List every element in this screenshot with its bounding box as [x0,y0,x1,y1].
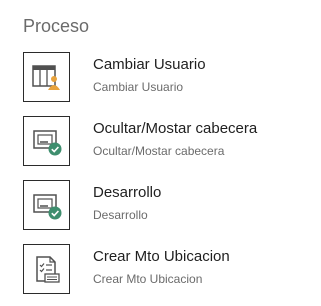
action-cambiar-usuario[interactable]: Cambiar Usuario Cambiar Usuario [0,52,321,114]
action-tile[interactable] [23,52,70,102]
window-check-icon [31,125,63,157]
action-description: Ocultar/Mostar cabecera [93,144,225,158]
action-label: Desarrollo [93,184,162,201]
action-desarrollo[interactable]: Desarrollo Desarrollo [0,180,321,242]
action-description: Cambiar Usuario [93,80,184,94]
action-crear-mto-ubicacion[interactable]: Crear Mto Ubicacion Crear Mto Ubicacion [0,244,321,306]
window-check-icon [31,189,63,221]
action-tile[interactable] [23,244,70,294]
action-tile[interactable] [23,116,70,166]
action-label: Cambiar Usuario [93,56,206,73]
action-label: Crear Mto Ubicacion [93,248,230,265]
action-label: Ocultar/Mostar cabecera [93,120,258,137]
checklist-form-icon [31,253,63,285]
action-ocultar-mostar-cabecera[interactable]: Ocultar/Mostar cabecera Ocultar/Mostar c… [0,116,321,178]
action-list: Cambiar Usuario Cambiar Usuario Ocultar/… [0,0,321,294]
action-description: Crear Mto Ubicacion [93,272,203,286]
action-description: Desarrollo [93,208,148,222]
user-table-icon [31,61,63,93]
action-tile[interactable] [23,180,70,230]
